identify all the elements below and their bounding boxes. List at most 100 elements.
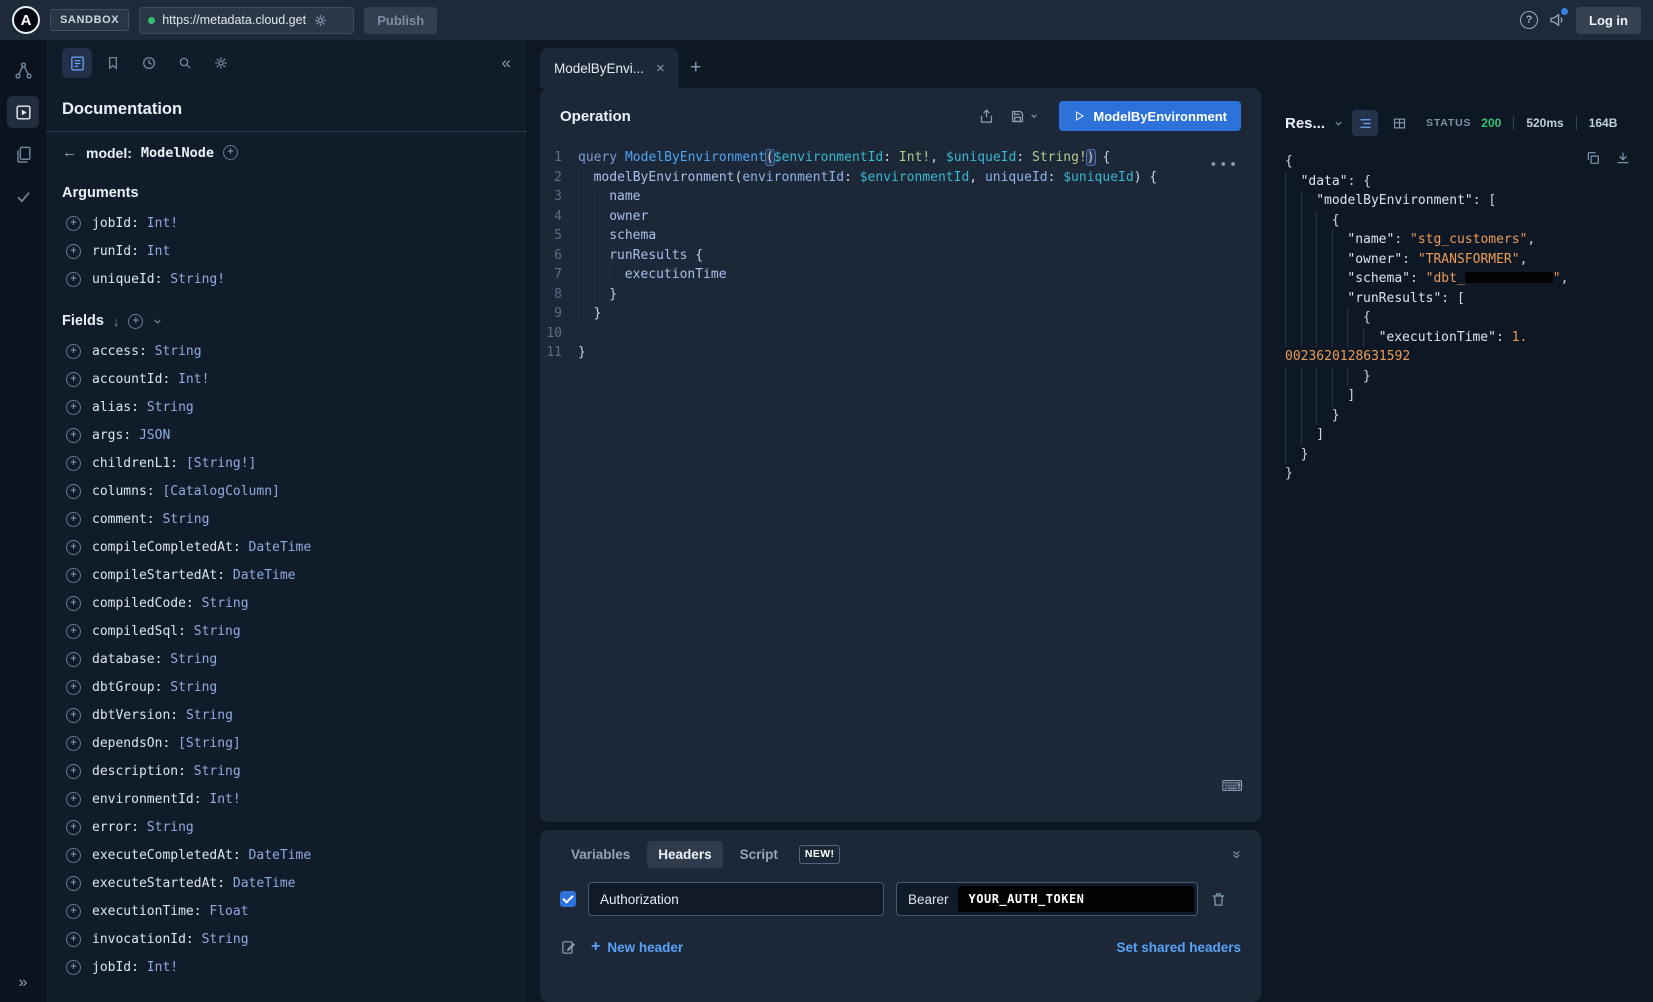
header-enabled-checkbox[interactable]: [560, 891, 576, 907]
header-value-input[interactable]: Bearer YOUR_AUTH_TOKEN: [896, 882, 1198, 916]
add-to-query-icon[interactable]: +: [66, 568, 81, 583]
apollo-logo[interactable]: A: [12, 6, 40, 34]
doc-field-row[interactable]: +childrenL1: [String!]: [46, 449, 527, 477]
fields-options-chevron-icon[interactable]: [152, 316, 163, 327]
keyboard-shortcuts-icon[interactable]: ⌨: [1221, 777, 1243, 797]
doc-field-row[interactable]: +compileCompletedAt: DateTime: [46, 533, 527, 561]
model-type-name[interactable]: ModelNode: [141, 145, 214, 161]
explorer-settings-gear-icon[interactable]: [206, 48, 236, 78]
add-to-query-icon[interactable]: +: [66, 484, 81, 499]
doc-field-row[interactable]: +environmentId: Int!: [46, 785, 527, 813]
doc-field-row[interactable]: +database: String: [46, 645, 527, 673]
doc-field-row[interactable]: +jobId: Int!: [46, 209, 527, 237]
close-tab-icon[interactable]: ×: [656, 60, 665, 77]
doc-field-row[interactable]: +accountId: Int!: [46, 365, 527, 393]
add-all-fields-icon[interactable]: +: [128, 314, 143, 329]
doc-field-row[interactable]: +description: String: [46, 757, 527, 785]
operation-editor[interactable]: ••• ⌨ 1query ModelByEnvironment($environ…: [540, 144, 1261, 822]
environment-variables-icon[interactable]: [560, 939, 577, 956]
add-to-query-icon[interactable]: +: [66, 764, 81, 779]
add-to-query-icon[interactable]: +: [66, 596, 81, 611]
doc-field-row[interactable]: +comment: String: [46, 505, 527, 533]
add-to-query-icon[interactable]: +: [66, 876, 81, 891]
share-operation-icon[interactable]: [978, 108, 995, 125]
add-to-query-icon[interactable]: +: [66, 932, 81, 947]
announcements-megaphone-icon[interactable]: [1548, 11, 1566, 29]
add-to-query-icon[interactable]: +: [66, 400, 81, 415]
saved-operations-bookmark-icon[interactable]: [98, 48, 128, 78]
new-tab-icon[interactable]: +: [679, 48, 713, 88]
doc-field-row[interactable]: +executeCompletedAt: DateTime: [46, 841, 527, 869]
doc-field-row[interactable]: +error: String: [46, 813, 527, 841]
header-key-input[interactable]: Authorization: [588, 882, 884, 916]
explorer-icon[interactable]: [7, 96, 39, 128]
add-to-query-icon[interactable]: +: [66, 624, 81, 639]
add-to-query-icon[interactable]: +: [66, 652, 81, 667]
readme-icon[interactable]: [7, 138, 39, 170]
add-to-query-icon[interactable]: +: [66, 216, 81, 231]
add-to-query-icon[interactable]: +: [66, 456, 81, 471]
doc-field-row[interactable]: +invocationId: String: [46, 925, 527, 953]
search-icon[interactable]: [170, 48, 200, 78]
add-to-query-icon[interactable]: +: [66, 792, 81, 807]
add-to-query-icon[interactable]: +: [66, 708, 81, 723]
doc-field-row[interactable]: +args: JSON: [46, 421, 527, 449]
add-model-icon[interactable]: +: [223, 145, 238, 160]
doc-field-row[interactable]: +dbtGroup: String: [46, 673, 527, 701]
login-button[interactable]: Log in: [1576, 7, 1641, 34]
add-to-query-icon[interactable]: +: [66, 904, 81, 919]
add-to-query-icon[interactable]: +: [66, 540, 81, 555]
operation-tab[interactable]: ModelByEnvi... ×: [540, 48, 679, 88]
tab-headers[interactable]: Headers: [647, 841, 722, 868]
add-to-query-icon[interactable]: +: [66, 372, 81, 387]
tree-view-icon[interactable]: [1352, 110, 1378, 136]
tab-script[interactable]: Script: [729, 841, 789, 868]
endpoint-url-input[interactable]: https://metadata.cloud.get: [139, 7, 354, 34]
doc-field-row[interactable]: +dependsOn: [String]: [46, 729, 527, 757]
doc-field-row[interactable]: +columns: [CatalogColumn]: [46, 477, 527, 505]
add-to-query-icon[interactable]: +: [66, 428, 81, 443]
publish-button[interactable]: Publish: [364, 7, 437, 34]
add-to-query-icon[interactable]: +: [66, 960, 81, 975]
endpoint-settings-gear-icon[interactable]: [313, 13, 328, 28]
doc-field-row[interactable]: +jobId: Int!: [46, 953, 527, 981]
doc-field-row[interactable]: +executionTime: Float: [46, 897, 527, 925]
doc-field-row[interactable]: +uniqueId: String!: [46, 265, 527, 293]
doc-field-row[interactable]: +compiledCode: String: [46, 589, 527, 617]
auth-token-value[interactable]: YOUR_AUTH_TOKEN: [958, 886, 1194, 912]
documentation-tab-icon[interactable]: [62, 48, 92, 78]
doc-field-row[interactable]: +alias: String: [46, 393, 527, 421]
doc-field-row[interactable]: +executeStartedAt: DateTime: [46, 869, 527, 897]
back-arrow-icon[interactable]: ←: [62, 144, 77, 161]
schema-graph-icon[interactable]: [7, 54, 39, 86]
new-header-button[interactable]: + New header: [591, 938, 683, 956]
checks-icon[interactable]: [7, 180, 39, 212]
add-to-query-icon[interactable]: +: [66, 344, 81, 359]
set-shared-headers-button[interactable]: Set shared headers: [1116, 940, 1241, 955]
add-to-query-icon[interactable]: +: [66, 512, 81, 527]
save-operation-icon[interactable]: [1009, 108, 1039, 125]
doc-field-row[interactable]: +compileStartedAt: DateTime: [46, 561, 527, 589]
add-to-query-icon[interactable]: +: [66, 244, 81, 259]
run-operation-button[interactable]: ModelByEnvironment: [1059, 101, 1241, 131]
history-clock-icon[interactable]: [134, 48, 164, 78]
add-to-query-icon[interactable]: +: [66, 820, 81, 835]
add-to-query-icon[interactable]: +: [66, 848, 81, 863]
add-to-query-icon[interactable]: +: [66, 680, 81, 695]
help-icon[interactable]: ?: [1520, 11, 1538, 29]
add-to-query-icon[interactable]: +: [66, 736, 81, 751]
tab-variables[interactable]: Variables: [560, 841, 641, 868]
editor-more-options-icon[interactable]: •••: [1210, 156, 1239, 176]
doc-field-row[interactable]: +access: String: [46, 337, 527, 365]
expand-rail-icon[interactable]: »: [19, 974, 28, 1002]
sort-fields-icon[interactable]: ↓: [113, 314, 120, 329]
collapse-panel-icon[interactable]: «: [502, 53, 511, 73]
doc-field-row[interactable]: +dbtVersion: String: [46, 701, 527, 729]
doc-field-row[interactable]: +compiledSql: String: [46, 617, 527, 645]
table-view-icon[interactable]: [1386, 110, 1412, 136]
collapse-bottom-panel-icon[interactable]: »: [1228, 850, 1245, 858]
response-dropdown-chevron-icon[interactable]: [1333, 118, 1344, 129]
add-to-query-icon[interactable]: +: [66, 272, 81, 287]
delete-header-icon[interactable]: [1210, 891, 1227, 908]
doc-field-row[interactable]: +runId: Int: [46, 237, 527, 265]
